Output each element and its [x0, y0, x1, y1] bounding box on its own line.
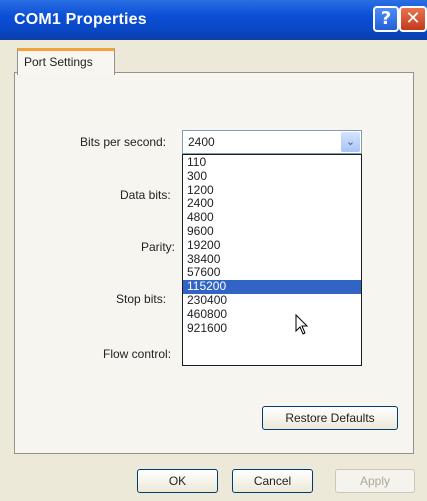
dropdown-option[interactable]: 460800: [183, 307, 361, 322]
flow-control-label: Flow control:: [103, 347, 172, 361]
close-button[interactable]: ✕: [399, 6, 427, 32]
dropdown-option[interactable]: 110: [183, 155, 361, 170]
dropdown-option[interactable]: 4800: [183, 210, 361, 225]
window-title: COM1 Properties: [14, 11, 147, 28]
help-button[interactable]: ?: [373, 6, 399, 32]
title-bar[interactable]: COM1 Properties ? ✕: [0, 0, 427, 40]
ok-button[interactable]: OK: [137, 469, 218, 493]
bits-per-second-label: Bits per second:: [80, 135, 167, 149]
dropdown-option[interactable]: 921600: [183, 321, 361, 336]
dropdown-option[interactable]: 1200: [183, 183, 361, 198]
restore-defaults-button[interactable]: Restore Defaults: [262, 406, 398, 430]
dropdown-option[interactable]: 230400: [183, 293, 361, 308]
dropdown-option[interactable]: 2400: [183, 197, 361, 211]
data-bits-label: Data bits:: [120, 188, 171, 202]
help-icon: ?: [380, 8, 392, 29]
dropdown-option[interactable]: 115200: [183, 279, 361, 294]
dropdown-option[interactable]: 19200: [183, 238, 361, 253]
parity-label: Parity:: [141, 240, 176, 254]
stop-bits-label: Stop bits:: [116, 292, 167, 306]
dropdown-option[interactable]: 57600: [183, 266, 361, 280]
mouse-pointer-icon: [295, 314, 309, 335]
dropdown-option[interactable]: 9600: [183, 224, 361, 239]
close-icon: ✕: [405, 8, 421, 29]
bits-per-second-dropdown-list[interactable]: 110 300 1200 2400 4800 9600 19200 38400 57600 115…: [182, 154, 362, 366]
com1-properties-dialog: COM1 Properties ? ✕ Port Settings Bits p…: [0, 0, 427, 501]
apply-button[interactable]: Apply: [335, 469, 415, 493]
bits-per-second-select[interactable]: 2400 ⌄: [182, 130, 362, 154]
cancel-button[interactable]: Cancel: [232, 469, 313, 493]
tab-port-settings[interactable]: Port Settings: [17, 48, 115, 75]
chevron-down-icon: ⌄: [345, 136, 356, 148]
dropdown-option[interactable]: 300: [183, 169, 361, 184]
dropdown-option[interactable]: 38400: [183, 252, 361, 267]
bits-per-second-value: 2400: [188, 135, 215, 149]
tab-label: Port Settings: [24, 55, 93, 69]
dropdown-arrow-button[interactable]: ⌄: [341, 132, 360, 152]
